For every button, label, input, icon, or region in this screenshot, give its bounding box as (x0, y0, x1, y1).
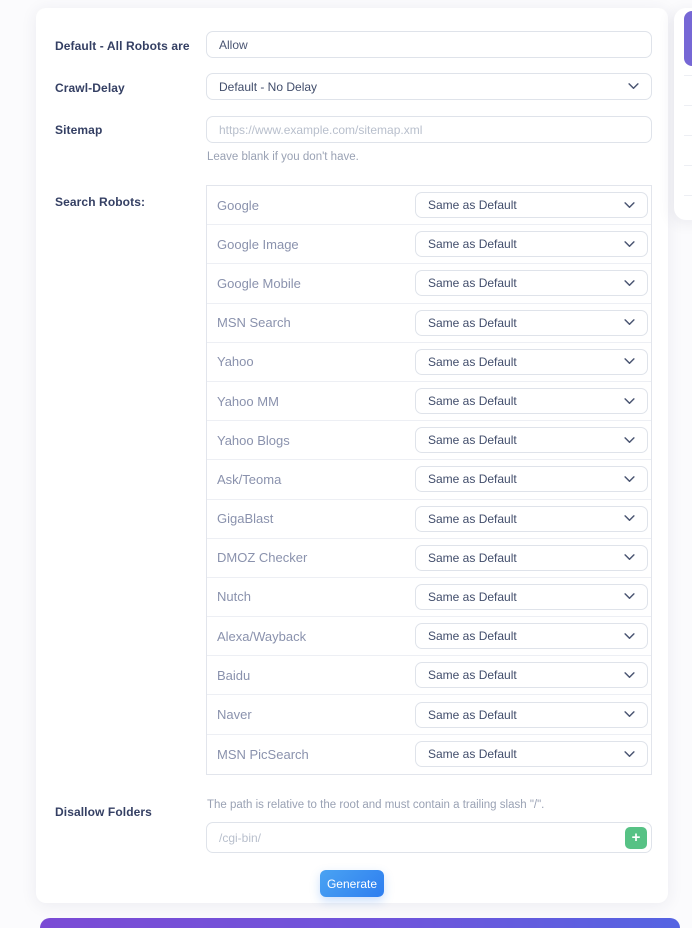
chevron-down-icon (624, 476, 635, 483)
chevron-down-icon (624, 711, 635, 718)
search-robots-label: Search Robots: (55, 195, 145, 209)
robot-row-dmoz-checker: DMOZ Checker Same as Default (207, 539, 651, 578)
robot-policy-select[interactable]: Same as Default (415, 427, 648, 453)
disallow-input[interactable] (207, 823, 651, 852)
disallow-help: The path is relative to the root and mus… (207, 799, 544, 811)
robot-row-google-mobile: Google Mobile Same as Default (207, 264, 651, 303)
robot-row-google-image: Google Image Same as Default (207, 225, 651, 264)
robot-row-msn-search: MSN Search Same as Default (207, 304, 651, 343)
robot-policy-select[interactable]: Same as Default (415, 270, 648, 296)
robot-row-msn-picsearch: MSN PicSearch Same as Default (207, 735, 651, 774)
robot-policy-select[interactable]: Same as Default (415, 741, 648, 767)
chevron-down-icon (624, 398, 635, 405)
panel-divider (684, 75, 692, 76)
robot-row-yahoo: Yahoo Same as Default (207, 343, 651, 382)
adjacent-panel (674, 8, 692, 220)
robot-row-yahoo-mm: Yahoo MM Same as Default (207, 382, 651, 421)
robot-policy-select[interactable]: Same as Default (415, 584, 648, 610)
robot-policy-select[interactable]: Same as Default (415, 506, 648, 532)
robot-row-yahoo-blogs: Yahoo Blogs Same as Default (207, 421, 651, 460)
chevron-down-icon (628, 83, 639, 90)
panel-divider (684, 135, 692, 136)
bottom-panel-edge (40, 918, 680, 928)
sitemap-label: Sitemap (55, 123, 102, 137)
chevron-down-icon (624, 633, 635, 640)
chevron-down-icon (624, 515, 635, 522)
robot-row-alexa-wayback: Alexa/Wayback Same as Default (207, 617, 651, 656)
robot-policy-select[interactable]: Same as Default (415, 231, 648, 257)
panel-accent-block (684, 11, 692, 66)
chevron-down-icon (624, 280, 635, 287)
robot-policy-select[interactable]: Same as Default (415, 466, 648, 492)
chevron-down-icon (624, 437, 635, 444)
chevron-down-icon (624, 554, 635, 561)
chevron-down-icon (624, 241, 635, 248)
plus-icon: + (632, 828, 641, 848)
robots-txt-generator-card: Default - All Robots are Crawl-Delay Def… (36, 8, 668, 903)
panel-divider (684, 105, 692, 106)
chevron-down-icon (624, 593, 635, 600)
sitemap-help: Leave blank if you don't have. (207, 151, 359, 163)
chevron-down-icon (624, 672, 635, 679)
robot-policy-select[interactable]: Same as Default (415, 192, 648, 218)
chevron-down-icon (624, 751, 635, 758)
default-robots-input[interactable] (207, 32, 651, 57)
search-robots-table: Google Same as Default Google Image Same… (206, 185, 652, 775)
robot-row-ask-teoma: Ask/Teoma Same as Default (207, 460, 651, 499)
robot-policy-select[interactable]: Same as Default (415, 662, 648, 688)
crawl-delay-value: Default - No Delay (219, 80, 317, 94)
disallow-label: Disallow Folders (55, 805, 152, 819)
robot-row-gigablast: GigaBlast Same as Default (207, 500, 651, 539)
robot-policy-select[interactable]: Same as Default (415, 388, 648, 414)
chevron-down-icon (624, 319, 635, 326)
sitemap-input[interactable] (207, 117, 651, 142)
panel-divider (684, 195, 692, 196)
chevron-down-icon (624, 202, 635, 209)
robot-row-google: Google Same as Default (207, 186, 651, 225)
default-robots-field (206, 31, 652, 58)
robot-row-naver: Naver Same as Default (207, 695, 651, 734)
robot-policy-select[interactable]: Same as Default (415, 702, 648, 728)
default-robots-label: Default - All Robots are (55, 39, 190, 53)
sitemap-field (206, 116, 652, 143)
robot-policy-select[interactable]: Same as Default (415, 349, 648, 375)
generate-button[interactable]: Generate (320, 870, 384, 897)
robot-policy-select[interactable]: Same as Default (415, 545, 648, 571)
disallow-field: + (206, 822, 652, 853)
crawl-delay-label: Crawl-Delay (55, 81, 125, 95)
robot-row-baidu: Baidu Same as Default (207, 656, 651, 695)
chevron-down-icon (624, 358, 635, 365)
add-folder-button[interactable]: + (625, 827, 647, 849)
panel-divider (684, 165, 692, 166)
robot-policy-select[interactable]: Same as Default (415, 623, 648, 649)
robot-row-nutch: Nutch Same as Default (207, 578, 651, 617)
robot-policy-select[interactable]: Same as Default (415, 310, 648, 336)
crawl-delay-select[interactable]: Default - No Delay (206, 73, 652, 100)
